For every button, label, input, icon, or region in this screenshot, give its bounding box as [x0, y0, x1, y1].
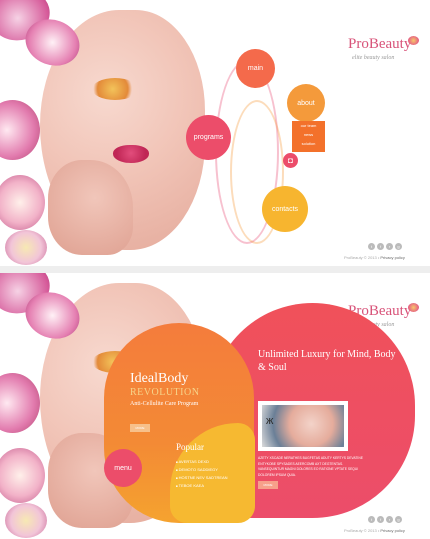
idealbody-subtitle: Anti-Cellulite Care Program — [130, 401, 199, 407]
eye-makeup — [92, 78, 138, 100]
luxury-photo: ж — [258, 401, 348, 451]
submenu-item[interactable]: our team — [292, 121, 325, 130]
footer: ProBeauty © 2013 • Privacy policy — [344, 255, 405, 260]
popular-item[interactable]: AVERTAS DEXD — [176, 458, 228, 466]
twitter-icon[interactable]: t — [368, 516, 375, 523]
google-icon[interactable]: g — [395, 516, 402, 523]
orchid-flower — [5, 503, 47, 538]
popular-list: AVERTAS DEXD DEMOTO SADDIEGY HOSTNE NEV … — [176, 458, 228, 490]
rss-icon[interactable]: r — [386, 516, 393, 523]
menu-panel: ProBeauty elite beauty salon IdealBody R… — [0, 273, 430, 539]
brand-tagline: elite beauty salon — [352, 55, 395, 61]
privacy-link[interactable]: Privacy policy — [380, 528, 404, 533]
footer: ProBeauty © 2013 • Privacy policy — [344, 528, 405, 533]
copyright: ProBeauty © 2013 — [344, 255, 377, 260]
popular-title: Popular — [176, 442, 204, 452]
lips — [113, 145, 149, 163]
google-icon[interactable]: g — [395, 243, 402, 250]
nav-programs-button[interactable]: programs — [186, 115, 231, 160]
social-links: t f r g — [368, 516, 402, 523]
hand — [48, 160, 133, 255]
orchid-flower — [0, 100, 40, 160]
nav-about-button[interactable]: about — [287, 84, 325, 122]
brand-logo[interactable]: ProBeauty — [348, 36, 411, 53]
idealbody-revolution: REVOLUTION — [130, 387, 200, 398]
copyright: ProBeauty © 2013 — [344, 528, 377, 533]
social-links: t f r g — [368, 243, 402, 250]
butterfly-icon: ж — [266, 415, 274, 427]
popular-item[interactable]: DEMOTO SADDIEGY — [176, 466, 228, 474]
submenu-item[interactable]: solution — [292, 139, 325, 148]
idealbody-title: IdealBody — [130, 371, 189, 386]
orchid-flower — [0, 373, 40, 433]
rss-icon[interactable]: r — [386, 243, 393, 250]
orchid-flower — [0, 448, 45, 503]
about-submenu: our team news solution — [292, 121, 325, 152]
logo-flower-icon — [408, 303, 419, 312]
luxury-more-button[interactable]: MORE — [258, 481, 278, 489]
camera-icon[interactable]: ◘ — [283, 153, 298, 168]
popular-item[interactable]: TEBOE KAEA — [176, 482, 228, 490]
luxury-title: Unlimited Luxury for Mind, Body & Soul — [258, 349, 396, 373]
privacy-link[interactable]: Privacy policy — [380, 255, 404, 260]
facebook-icon[interactable]: f — [377, 243, 384, 250]
orchid-flower — [0, 175, 45, 230]
model-portrait — [0, 0, 205, 266]
nav-contacts-button[interactable]: contacts — [262, 186, 308, 232]
luxury-text: AZETY XSCADE NERATHES BUGFETAS ADUTY KER… — [258, 456, 363, 477]
submenu-item[interactable]: news — [292, 130, 325, 139]
menu-button[interactable]: menu — [104, 449, 142, 487]
orchid-flower — [5, 230, 47, 265]
twitter-icon[interactable]: t — [368, 243, 375, 250]
facebook-icon[interactable]: f — [377, 516, 384, 523]
popular-item[interactable]: HOSTNE NEV SADTREAN — [176, 474, 228, 482]
section-divider — [0, 266, 430, 273]
nav-main-button[interactable]: main — [236, 49, 275, 88]
idealbody-more-button[interactable]: MORE — [130, 424, 150, 432]
logo-flower-icon — [408, 36, 419, 45]
home-panel: ProBeauty elite beauty salon main about … — [0, 0, 430, 266]
